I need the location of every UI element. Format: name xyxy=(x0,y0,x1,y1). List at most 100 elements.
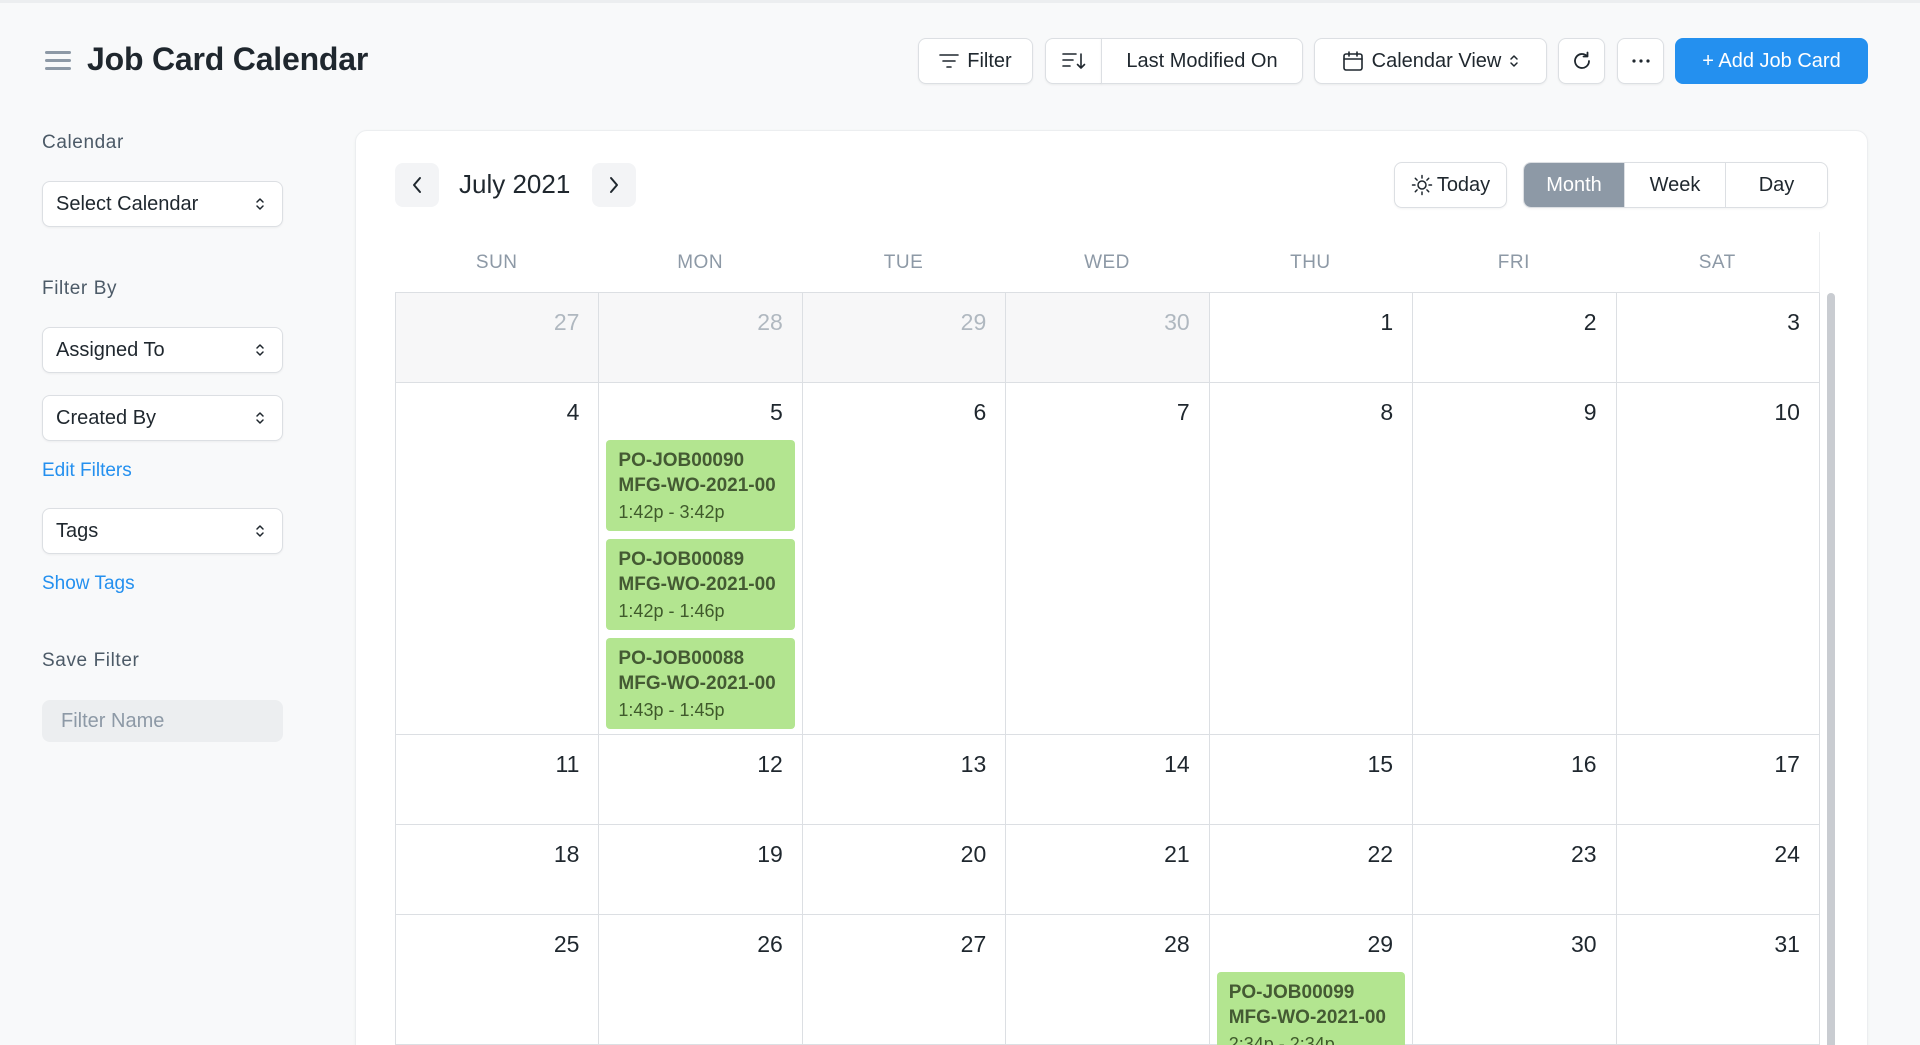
day-cell[interactable]: 21 xyxy=(1006,825,1210,914)
calendar-panel: July 2021 Today Month Week Day SUN MON TUE… xyxy=(355,130,1868,1045)
day-view-button[interactable]: Day xyxy=(1726,163,1827,207)
day-cell[interactable]: 22 xyxy=(1210,825,1414,914)
day-number: 3 xyxy=(1787,309,1800,335)
day-cell[interactable]: 16 xyxy=(1413,735,1617,824)
week-row: 27 28 29 30 1 2 3 xyxy=(396,293,1820,383)
weekday-header: SAT xyxy=(1698,251,1736,273)
day-cell[interactable]: 30 xyxy=(1413,915,1617,1044)
page-header: Job Card Calendar Filter Last Modified O… xyxy=(0,0,1920,110)
day-number: 8 xyxy=(1380,399,1394,425)
day-cell[interactable]: 13 xyxy=(803,735,1007,824)
calendar-event[interactable]: PO-JOB00090 MFG-WO-2021-00 1:42p - 3:42p xyxy=(606,440,795,531)
day-cell[interactable]: 28 xyxy=(1006,915,1210,1044)
day-number: 31 xyxy=(1774,931,1800,957)
day-cell[interactable]: 29 xyxy=(802,293,1007,382)
day-number: 27 xyxy=(960,931,987,957)
view-switcher-button[interactable]: Calendar View xyxy=(1314,38,1547,84)
page-title: Job Card Calendar xyxy=(87,41,369,77)
add-job-card-button[interactable]: + Add Job Card xyxy=(1675,38,1868,84)
filter-name-input[interactable] xyxy=(42,700,283,742)
weekday-header: THU xyxy=(1290,251,1331,273)
day-number: 27 xyxy=(553,309,580,335)
day-cell[interactable]: 7 xyxy=(1006,383,1210,734)
day-cell[interactable]: 17 xyxy=(1617,735,1820,824)
day-number: 13 xyxy=(960,751,987,777)
previous-month-button[interactable] xyxy=(395,163,439,207)
day-cell[interactable]: 31 xyxy=(1617,915,1820,1044)
tags-dropdown[interactable]: Tags xyxy=(42,508,283,554)
show-tags-link[interactable]: Show Tags xyxy=(42,573,135,595)
filter-by-heading: Filter By xyxy=(42,278,118,299)
refresh-button[interactable] xyxy=(1558,38,1605,84)
event-time: 2:34p - 2:34p xyxy=(1228,1034,1335,1045)
calendar-event[interactable]: PO-JOB00099 MFG-WO-2021-00 2:34p - 2:34p xyxy=(1216,972,1406,1045)
assigned-to-dropdown[interactable]: Assigned To xyxy=(42,327,283,373)
day-cell[interactable]: 9 xyxy=(1413,383,1617,734)
day-number: 30 xyxy=(1164,309,1190,335)
weeks-container: 27 28 29 30 1 2 3 4 5 PO-JOB00090 MFG-WO-2021-00 1:… xyxy=(395,293,1820,1045)
day-cell[interactable]: 25 xyxy=(396,915,600,1044)
more-actions-button[interactable] xyxy=(1617,38,1664,84)
day-cell[interactable]: 18 xyxy=(396,825,600,914)
week-view-button[interactable]: Week xyxy=(1625,163,1726,207)
tags-label: Tags xyxy=(56,519,99,542)
calendar-scrollbar[interactable] xyxy=(1827,293,1835,1045)
sort-field-button[interactable]: Last Modified On xyxy=(1101,38,1303,84)
day-number: 28 xyxy=(757,309,783,335)
day-number: 22 xyxy=(1367,841,1394,867)
day-number: 18 xyxy=(553,841,580,867)
sun-icon xyxy=(1411,174,1433,196)
day-cell[interactable]: 28 xyxy=(599,293,803,382)
day-number: 20 xyxy=(960,841,987,867)
calendar-event[interactable]: PO-JOB00089 MFG-WO-2021-00 1:42p - 1:46p xyxy=(606,539,795,630)
chevron-updown-icon xyxy=(1510,55,1519,67)
day-cell[interactable]: 19 xyxy=(599,825,803,914)
chevron-right-icon xyxy=(610,177,618,193)
day-cell[interactable]: 26 xyxy=(599,915,803,1044)
day-cell[interactable]: 23 xyxy=(1413,825,1617,914)
day-number: 21 xyxy=(1164,841,1190,867)
event-job-id: PO-JOB00088 xyxy=(618,648,745,669)
save-filter-heading: Save Filter xyxy=(42,650,140,671)
day-number: 25 xyxy=(553,931,580,957)
day-number: 24 xyxy=(1774,841,1800,867)
day-cell[interactable]: 2 xyxy=(1413,293,1617,382)
day-cell[interactable]: 6 xyxy=(803,383,1007,734)
day-cell[interactable]: 14 xyxy=(1006,735,1210,824)
day-number: 12 xyxy=(757,751,783,777)
day-cell[interactable]: 15 xyxy=(1210,735,1414,824)
menu-toggle-icon[interactable] xyxy=(45,51,71,71)
day-number: 5 xyxy=(770,399,783,425)
event-job-id: PO-JOB00090 xyxy=(618,450,745,471)
sort-direction-button[interactable] xyxy=(1045,38,1102,84)
event-work-order: MFG-WO-2021-00 xyxy=(618,673,776,694)
day-cell[interactable]: 1 xyxy=(1210,293,1414,382)
day-number: 4 xyxy=(566,399,580,425)
day-cell[interactable]: 24 xyxy=(1617,825,1820,914)
week-row: 18 19 20 21 22 23 24 xyxy=(396,825,1820,915)
created-by-dropdown[interactable]: Created By xyxy=(42,395,283,441)
day-cell[interactable]: 5 PO-JOB00090 MFG-WO-2021-00 1:42p - 3:42p P… xyxy=(599,383,803,734)
day-cell[interactable]: 30 xyxy=(1006,293,1210,382)
next-month-button[interactable] xyxy=(592,163,636,207)
day-cell[interactable]: 20 xyxy=(803,825,1007,914)
day-cell[interactable]: 27 xyxy=(803,915,1007,1044)
month-view-button[interactable]: Month xyxy=(1524,163,1625,207)
today-button[interactable]: Today xyxy=(1394,162,1507,208)
day-number: 28 xyxy=(1164,931,1190,957)
day-cell[interactable]: 10 xyxy=(1617,383,1820,734)
event-work-order: MFG-WO-2021-00 xyxy=(618,574,776,595)
filter-button[interactable]: Filter xyxy=(918,38,1033,84)
day-cell[interactable]: 27 xyxy=(396,293,600,382)
select-calendar-dropdown[interactable]: Select Calendar xyxy=(42,181,283,227)
day-cell[interactable]: 11 xyxy=(396,735,600,824)
day-number: 6 xyxy=(973,399,987,425)
edit-filters-link[interactable]: Edit Filters xyxy=(42,460,132,482)
day-cell[interactable]: 8 xyxy=(1210,383,1414,734)
calendar-event[interactable]: PO-JOB00088 MFG-WO-2021-00 1:43p - 1:45p xyxy=(606,638,795,729)
refresh-icon xyxy=(1573,51,1590,69)
day-cell[interactable]: 29 PO-JOB00099 MFG-WO-2021-00 2:34p - 2:34p xyxy=(1210,915,1414,1045)
day-cell[interactable]: 12 xyxy=(599,735,803,824)
day-cell[interactable]: 4 xyxy=(396,383,600,734)
day-cell[interactable]: 3 xyxy=(1617,293,1820,382)
